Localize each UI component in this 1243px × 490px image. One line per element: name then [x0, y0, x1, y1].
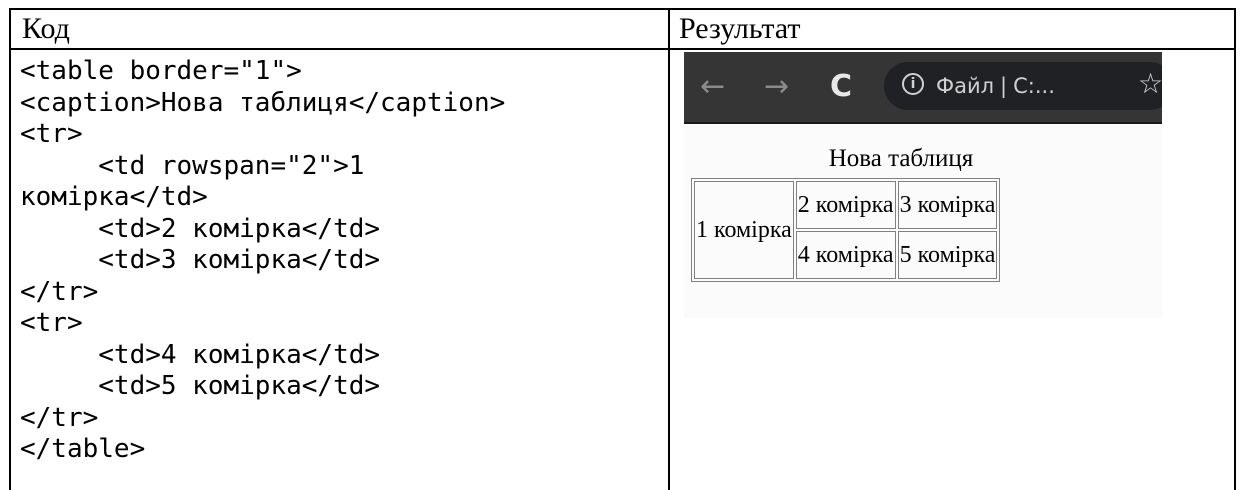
browser-toolbar: ← → C i Файл | C:... ☆ — [684, 52, 1162, 124]
info-icon: i — [902, 73, 924, 95]
code-line: </tr> — [20, 402, 99, 433]
header-result: Результат — [679, 12, 801, 45]
cell-3: 3 комірка — [897, 181, 998, 229]
cell-1: 1 комірка — [694, 181, 794, 279]
table-row: 1 комірка 2 комірка 3 комірка — [694, 181, 998, 279]
header-code: Код — [22, 12, 70, 45]
address-text: Файл | C:... — [936, 72, 1055, 100]
star-icon: ☆ — [1138, 67, 1162, 100]
code-block: <table border="1"> <caption>Нова таблиця<… — [20, 56, 660, 466]
code-line: <tr> — [20, 119, 83, 149]
code-line: <table border="1"> — [20, 56, 302, 86]
code-line: комірка</td> — [20, 182, 208, 212]
code-line: <td rowspan="2">1 — [20, 150, 365, 181]
address-path: C:... — [1013, 74, 1055, 98]
code-line: <td>3 комірка</td> — [20, 245, 381, 275]
table-border-right — [1234, 8, 1236, 490]
table-border-top — [9, 8, 1236, 10]
code-line: <tr> — [20, 308, 83, 338]
cell-2: 2 комірка — [795, 181, 896, 229]
table-header-divider — [9, 48, 1236, 50]
demo-table: 1 комірка 2 комірка 3 комірка 4 комірка … — [691, 178, 1001, 282]
table-column-divider — [668, 8, 670, 490]
code-line: <td>5 комірка</td> — [20, 371, 381, 401]
code-line: <td>2 комірка</td> — [20, 213, 381, 244]
address-label: Файл — [936, 74, 995, 98]
table-border-left — [9, 8, 11, 490]
forward-arrow-icon: → — [764, 69, 790, 104]
reload-icon: C — [830, 69, 853, 104]
code-line: <td>4 комірка</td> — [20, 339, 381, 370]
code-line: <caption>Нова таблиця</caption> — [20, 87, 506, 118]
code-line: </table> — [20, 434, 146, 464]
address-bar: i Файл | C:... — [884, 62, 1162, 110]
back-arrow-icon: ← — [700, 69, 726, 104]
code-line: </tr> — [20, 276, 99, 307]
cell-4: 4 комірка — [795, 231, 896, 279]
address-separator: | — [1000, 74, 1008, 98]
cell-5: 5 комірка — [897, 231, 998, 279]
browser-preview-screenshot: ← → C i Файл | C:... ☆ Нова таблиця 1 комі… — [684, 52, 1162, 318]
comparison-table: Код Результат <table border="1"> <caption… — [0, 0, 1243, 490]
demo-table-caption: Нова таблиця — [828, 145, 974, 172]
